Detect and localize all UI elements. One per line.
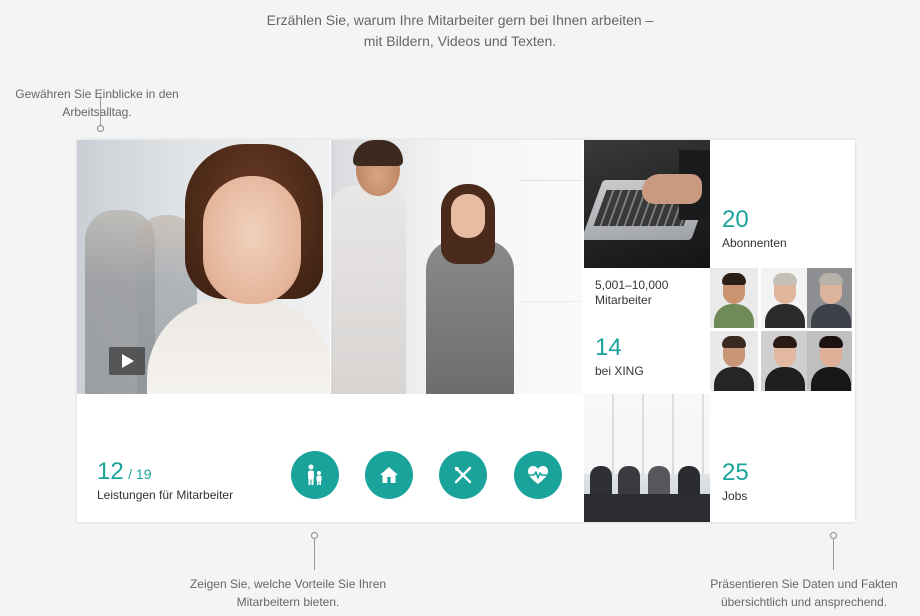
callout-insights-dot — [97, 125, 104, 132]
photo-whiteboard-meeting[interactable] — [331, 140, 583, 394]
page-heading: Erzählen Sie, warum Ihre Mitarbeiter ger… — [210, 10, 710, 52]
photo-laptop[interactable] — [584, 140, 710, 268]
employer-profile-card: 5,001–10,000 Mitarbeiter 14 bei XING 20 … — [77, 140, 855, 522]
jobs-label: Jobs — [722, 489, 748, 503]
employee-avatar[interactable] — [761, 331, 809, 391]
heart-rate-icon[interactable] — [514, 451, 562, 499]
subscribers-value: 20 — [722, 206, 749, 233]
employee-count-value: 5,001–10,000 — [595, 278, 669, 292]
jobs-value: 25 — [722, 459, 749, 486]
xing-members-stat[interactable]: 14 bei XING — [595, 334, 644, 379]
subscribers-label: Abonnenten — [722, 236, 787, 250]
callout-facts: Präsentieren Sie Daten und Fakten übersi… — [690, 575, 918, 611]
employee-count-label: Mitarbeiter — [595, 293, 652, 307]
callout-facts-line-2: übersichtlich und ansprechend. — [720, 595, 888, 609]
employee-avatar[interactable] — [710, 331, 758, 391]
benefits-counter[interactable]: 12 / 19 Leistungen für Mitarbeiter — [97, 458, 233, 502]
callout-benefits-line-1: Zeigen Sie, welche Vorteile Sie Ihren — [189, 577, 387, 591]
photo-office-meeting[interactable] — [584, 394, 710, 522]
heading-line-1: Erzählen Sie, warum Ihre Mitarbeiter ger… — [266, 12, 654, 28]
xing-members-label: bei XING — [595, 364, 644, 378]
callout-facts-line-1: Präsentieren Sie Daten und Fakten — [710, 577, 898, 591]
callout-insights-connector — [100, 95, 101, 127]
photo-woman-portrait[interactable] — [77, 140, 330, 394]
home-icon[interactable] — [365, 451, 413, 499]
family-icon[interactable] — [291, 451, 339, 499]
cutlery-icon[interactable] — [439, 451, 487, 499]
xing-members-value: 14 — [595, 334, 622, 361]
callout-benefits-line-2: Mitarbeitern bieten. — [236, 595, 340, 609]
benefits-total: / 19 — [128, 466, 152, 482]
callout-insights-line-2: Arbeitsalltag. — [62, 105, 132, 119]
employee-avatar[interactable] — [761, 268, 809, 328]
callout-insights: Gewähren Sie Einblicke in den Arbeitsall… — [2, 85, 192, 121]
employee-count-stat: 5,001–10,000 Mitarbeiter — [595, 278, 668, 308]
jobs-stat[interactable]: 25 Jobs — [722, 459, 749, 504]
callout-benefits-connector — [314, 538, 315, 570]
employee-avatar[interactable] — [710, 268, 758, 328]
callout-insights-line-1: Gewähren Sie Einblicke in den — [15, 87, 179, 101]
heading-line-2: mit Bildern, Videos und Texten. — [363, 33, 557, 49]
callout-benefits: Zeigen Sie, welche Vorteile Sie Ihren Mi… — [168, 575, 408, 611]
employee-avatar[interactable] — [807, 331, 852, 391]
callout-facts-connector — [833, 538, 834, 570]
benefits-count: 12 — [97, 458, 124, 485]
employee-avatar[interactable] — [807, 268, 852, 328]
subscribers-stat[interactable]: 20 Abonnenten — [722, 206, 787, 251]
benefits-label: Leistungen für Mitarbeiter — [97, 488, 234, 502]
play-video-icon[interactable] — [109, 347, 145, 375]
